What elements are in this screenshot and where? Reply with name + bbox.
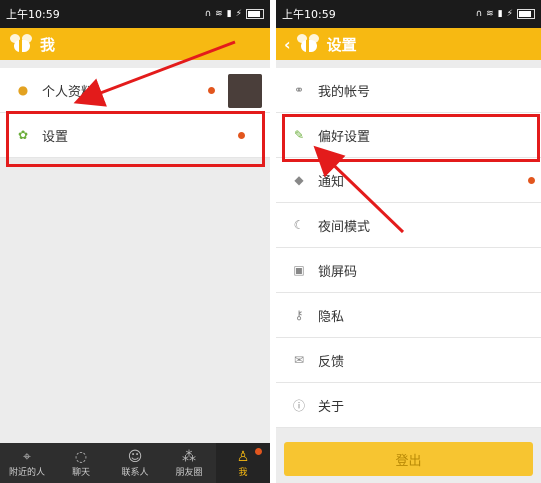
bee-logo-icon xyxy=(8,34,34,54)
mail-icon: ✉ xyxy=(293,353,305,367)
back-chevron-icon[interactable]: ‹ xyxy=(284,35,291,54)
tab-chat[interactable]: ◌ 聊天 xyxy=(54,443,108,483)
tab-moments[interactable]: ⁂ 朋友圈 xyxy=(162,443,216,483)
person-icon: ● xyxy=(17,83,29,97)
tab-me-label: 我 xyxy=(238,467,248,478)
tab-me[interactable]: ♙ 我 xyxy=(216,443,270,483)
profile-row[interactable]: ● 个人资料 xyxy=(0,68,270,113)
settings-highlight-box xyxy=(6,111,265,167)
status-icons: ∩ ≋ ▮ ⚡ xyxy=(205,9,264,19)
settings-item-feedback[interactable]: ✉ 反馈 xyxy=(276,338,541,383)
preferences-highlight-box xyxy=(282,114,540,162)
settings-item-label: 隐私 xyxy=(318,309,345,325)
charging-icon: ⚡ xyxy=(235,9,242,19)
settings-item-account[interactable]: ⚭ 我的帐号 xyxy=(276,68,541,113)
tab-contacts-label: 联系人 xyxy=(121,467,149,478)
right-phone-screen: 上午10:59 ∩ ≋ ▮ ⚡ ‹ 设置 ⚭ 我的帐号 ✎ 偏好设置 ◆ 通知 xyxy=(276,0,541,483)
settings-item-label: 关于 xyxy=(318,399,345,415)
tab-nearby[interactable]: ⌖ 附近的人 xyxy=(0,443,54,483)
battery-icon xyxy=(517,9,535,19)
app-bar: 我 xyxy=(0,28,270,60)
contacts-icon: ☺ xyxy=(127,448,143,465)
status-time: 上午10:59 xyxy=(6,8,60,21)
settings-item-label: 反馈 xyxy=(318,354,345,370)
settings-item-notifications[interactable]: ◆ 通知 xyxy=(276,158,541,203)
info-icon: ⓘ xyxy=(292,398,305,413)
bottom-tab-bar: ⌖ 附近的人 ◌ 聊天 ☺ 联系人 ⁂ 朋友圈 ♙ 我 xyxy=(0,443,270,483)
moon-icon: ☾ xyxy=(293,218,305,232)
status-time: 上午10:59 xyxy=(282,8,336,21)
app-bar: ‹ 设置 xyxy=(276,28,541,60)
avatar xyxy=(228,74,262,108)
tab-chat-label: 聊天 xyxy=(71,467,90,478)
lock-icon: ▣ xyxy=(293,263,305,277)
bee-logo-icon xyxy=(295,34,321,54)
friends-circle-icon: ⁂ xyxy=(182,448,196,465)
settings-item-about[interactable]: ⓘ 关于 xyxy=(276,383,541,428)
wifi-icon: ≋ xyxy=(215,9,223,19)
settings-item-label: 夜间模式 xyxy=(318,219,371,235)
location-pin-icon: ⌖ xyxy=(23,448,31,465)
bell-icon: ◆ xyxy=(294,173,304,187)
settings-item-privacy[interactable]: ⚷ 隐私 xyxy=(276,293,541,338)
profile-label: 个人资料 xyxy=(42,84,95,100)
settings-item-night-mode[interactable]: ☾ 夜间模式 xyxy=(276,203,541,248)
person-icon: ♙ xyxy=(236,448,250,465)
settings-item-lock-code[interactable]: ▣ 锁屏码 xyxy=(276,248,541,293)
key-icon: ⚷ xyxy=(294,308,304,322)
wifi-icon: ≋ xyxy=(486,9,494,19)
notification-badge xyxy=(528,177,535,184)
tab-me-badge xyxy=(255,448,262,455)
settings-item-label: 锁屏码 xyxy=(318,264,358,280)
tab-contacts[interactable]: ☺ 联系人 xyxy=(108,443,162,483)
settings-item-label: 我的帐号 xyxy=(318,84,371,100)
page-title: 我 xyxy=(40,35,56,54)
tab-nearby-label: 附近的人 xyxy=(8,467,45,478)
headset-icon: ∩ xyxy=(204,9,212,19)
tab-moments-label: 朋友圈 xyxy=(175,467,203,478)
signal-icon: ▮ xyxy=(497,9,503,19)
chat-bubble-icon: ◌ xyxy=(74,448,88,465)
profile-badge xyxy=(208,87,215,94)
link-icon: ⚭ xyxy=(293,83,305,97)
charging-icon: ⚡ xyxy=(506,9,513,19)
headset-icon: ∩ xyxy=(475,9,483,19)
status-bar: 上午10:59 ∩ ≋ ▮ ⚡ xyxy=(0,0,270,28)
logout-button[interactable]: 登出 xyxy=(284,442,533,476)
left-phone-screen: 上午10:59 ∩ ≋ ▮ ⚡ 我 ● 个人资料 ✿ 设置 ⌖ 附近的人 ◌ 聊… xyxy=(0,0,270,483)
page-title: 设置 xyxy=(326,35,357,54)
signal-icon: ▮ xyxy=(226,9,232,19)
settings-item-label: 通知 xyxy=(318,174,345,190)
status-bar: 上午10:59 ∩ ≋ ▮ ⚡ xyxy=(276,0,541,28)
status-icons: ∩ ≋ ▮ ⚡ xyxy=(476,9,535,19)
battery-icon xyxy=(246,9,264,19)
